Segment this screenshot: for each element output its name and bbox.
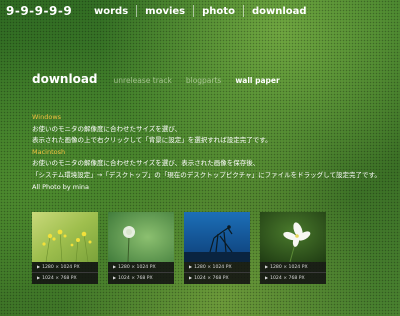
site-logo[interactable]: 9-9-9-9-9 (6, 4, 72, 18)
resolution-links: ▶ 1280 × 1024 PX ▶ 1024 × 768 PX (184, 262, 250, 284)
resolution-label: 1280 × 1024 PX (42, 265, 80, 270)
arrow-right-icon: ▶ (265, 275, 269, 280)
resolution-label: 1280 × 1024 PX (194, 265, 232, 270)
arrow-right-icon: ▶ (113, 264, 117, 269)
wallpaper-item: ▶ 1280 × 1024 PX ▶ 1024 × 768 PX (184, 212, 250, 284)
section-title[interactable]: download (32, 72, 98, 86)
dandelion-clock-photo[interactable] (108, 212, 174, 262)
resolution-label: 1280 × 1024 PX (118, 265, 156, 270)
dandelion-clock-image (108, 212, 174, 262)
download-subnav: download unrelease track blogparts wall … (32, 72, 294, 86)
resolution-link-1280[interactable]: ▶ 1280 × 1024 PX (260, 262, 326, 272)
praying-mantis-image (184, 212, 250, 262)
wallpaper-item: ▶ 1280 × 1024 PX ▶ 1024 × 768 PX (260, 212, 326, 284)
main-nav: words movies photo download (86, 5, 315, 17)
wallpaper-item: ▶ 1280 × 1024 PX ▶ 1024 × 768 PX (32, 212, 98, 284)
photo-credit: All Photo by mina (32, 183, 90, 191)
subnav-wall-paper[interactable]: wall paper (235, 76, 279, 85)
resolution-link-1024[interactable]: ▶ 1024 × 768 PX (184, 272, 250, 283)
windows-instruction-2: 表示された画像の上で右クリックして「背景に設定」を選択すれば設定完了です。 (32, 136, 272, 144)
arrow-right-icon: ▶ (189, 264, 193, 269)
resolution-links: ▶ 1280 × 1024 PX ▶ 1024 × 768 PX (108, 262, 174, 284)
arrow-right-icon: ▶ (189, 275, 193, 280)
mac-label: Macintosh (32, 147, 66, 156)
nav-download[interactable]: download (244, 6, 315, 17)
arrow-right-icon: ▶ (37, 275, 41, 280)
resolution-link-1024[interactable]: ▶ 1024 × 768 PX (108, 272, 174, 283)
top-bar: 9-9-9-9-9 words movies photo download (0, 0, 400, 28)
resolution-link-1024[interactable]: ▶ 1024 × 768 PX (32, 272, 98, 283)
windows-instruction-1: お使いのモニタの解像度に合わせたサイズを選び、 (32, 124, 182, 133)
resolution-link-1024[interactable]: ▶ 1024 × 768 PX (260, 272, 326, 283)
yellow-flowers-photo[interactable] (32, 212, 98, 262)
resolution-label: 1024 × 768 PX (42, 276, 77, 281)
arrow-right-icon: ▶ (37, 264, 41, 269)
arrow-right-icon: ▶ (265, 264, 269, 269)
resolution-link-1280[interactable]: ▶ 1280 × 1024 PX (32, 262, 98, 272)
resolution-label: 1024 × 768 PX (194, 276, 229, 281)
praying-mantis-photo[interactable] (184, 212, 250, 262)
nav-movies[interactable]: movies (137, 6, 193, 17)
windows-label: Windows (32, 113, 62, 121)
subnav-blogparts[interactable]: blogparts (186, 76, 221, 85)
instructions-block: Windows お使いのモニタの解像度に合わせたサイズを選び、 表示された画像の… (32, 112, 381, 181)
mac-instruction-1: お使いのモニタの解像度に合わせたサイズを選び、表示された画像を保存後、 (32, 159, 260, 167)
resolution-link-1280[interactable]: ▶ 1280 × 1024 PX (108, 262, 174, 272)
subnav-unrelease-track[interactable]: unrelease track (114, 76, 172, 85)
resolution-label: 1280 × 1024 PX (270, 265, 308, 270)
wallpaper-item: ▶ 1280 × 1024 PX ▶ 1024 × 768 PX (108, 212, 174, 284)
arrow-right-icon: ▶ (113, 275, 117, 280)
yellow-flowers-image (32, 212, 98, 262)
resolution-link-1280[interactable]: ▶ 1280 × 1024 PX (184, 262, 250, 272)
mac-instruction-2: 「システム環境設定」→「デスクトップ」の「現在のデスクトップピクチャ」にファイル… (32, 170, 381, 179)
white-flower-photo[interactable] (260, 212, 326, 262)
wallpaper-gallery: ▶ 1280 × 1024 PX ▶ 1024 × 768 PX ▶ 1280 × 1… (32, 212, 336, 284)
resolution-links: ▶ 1280 × 1024 PX ▶ 1024 × 768 PX (260, 262, 326, 284)
resolution-links: ▶ 1280 × 1024 PX ▶ 1024 × 768 PX (32, 262, 98, 284)
nav-words[interactable]: words (86, 6, 136, 17)
resolution-label: 1024 × 768 PX (118, 276, 153, 281)
white-flower-image (260, 212, 326, 262)
nav-photo[interactable]: photo (194, 6, 243, 17)
resolution-label: 1024 × 768 PX (270, 276, 305, 281)
